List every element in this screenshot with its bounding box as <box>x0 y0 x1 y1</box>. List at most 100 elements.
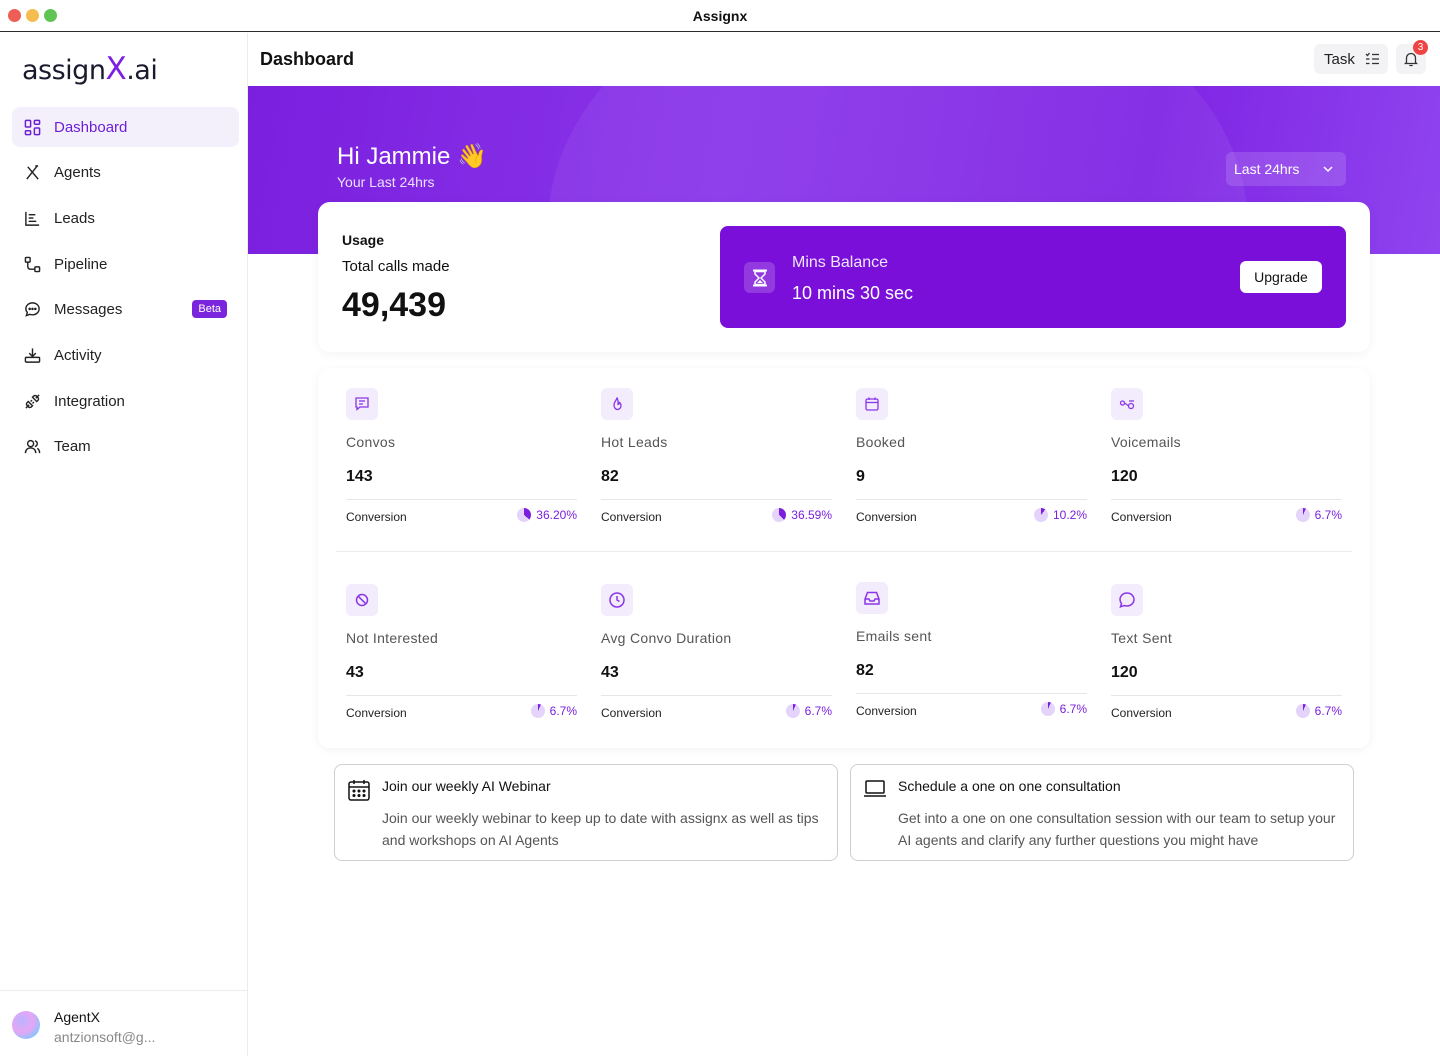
stat-label: Voicemails <box>1111 434 1181 450</box>
conversion-rate: 36.20% <box>517 508 577 522</box>
team-icon <box>24 440 41 454</box>
usage-label: Usage <box>342 232 385 248</box>
sidebar-item-label: Agents <box>54 164 101 182</box>
conversion-rate: 36.59% <box>772 508 832 522</box>
sidebar-item-dashboard[interactable]: Dashboard <box>12 107 239 147</box>
stat-divider <box>601 499 832 500</box>
stat-label: Avg Convo Duration <box>601 630 732 646</box>
stat-divider <box>856 499 1087 500</box>
conversion-pie <box>785 704 800 718</box>
logo-prefix: assign <box>22 55 106 86</box>
total-calls-value: 49,439 <box>342 286 446 324</box>
webinar-card[interactable]: Join our weekly AI Webinar Join our week… <box>334 764 838 861</box>
stat-divider <box>346 499 577 500</box>
stat-label: Text Sent <box>1111 630 1173 646</box>
stat-value: 120 <box>1111 664 1138 681</box>
webinar-description: Join our weekly webinar to keep up to da… <box>382 810 819 848</box>
conversion-pie <box>1295 508 1310 522</box>
consultation-card[interactable]: Schedule a one on one consultation Get i… <box>850 764 1354 861</box>
voicemail-icon <box>1111 388 1143 420</box>
stat-divider <box>856 693 1087 694</box>
pipeline-icon <box>24 256 41 272</box>
conversion-pie <box>1040 702 1055 716</box>
sidebar-item-label: Activity <box>54 346 102 364</box>
notifications-button[interactable]: 3 <box>1396 40 1428 74</box>
sidebar-item-label: Team <box>54 438 91 456</box>
usage-card: Usage Total calls made 49,439 Mins Balan… <box>318 202 1370 352</box>
conversion-percent: 6.7% <box>1059 702 1087 716</box>
conversion-percent: 36.59% <box>791 508 832 522</box>
conversion-label: Conversion <box>856 704 917 718</box>
conversion-rate: 6.7% <box>1295 508 1342 522</box>
conversion-label: Conversion <box>346 510 407 524</box>
conversion-pie <box>517 508 532 522</box>
stat-divider <box>1111 499 1342 500</box>
avatar <box>12 1011 40 1039</box>
ban-icon <box>346 584 378 616</box>
stat-label: Not Interested <box>346 630 439 646</box>
conversion-percent: 6.7% <box>1314 704 1342 718</box>
stat-value: 82 <box>601 468 619 485</box>
sidebar-item-integration[interactable]: Integration <box>12 381 239 421</box>
activity-icon <box>24 348 41 363</box>
user-name: AgentX <box>54 1009 100 1025</box>
beta-badge: Beta <box>192 299 227 318</box>
stat-label: Hot Leads <box>601 434 668 450</box>
notification-count-badge: 3 <box>1413 40 1428 55</box>
dashboard-icon <box>24 119 41 135</box>
conversion-label: Conversion <box>856 510 917 524</box>
conversion-label: Conversion <box>346 706 407 720</box>
task-button-label: Task <box>1324 50 1355 68</box>
chat-icon <box>346 388 378 420</box>
mins-balance-panel: Mins Balance 10 mins 30 sec Upgrade <box>720 226 1346 328</box>
window-titlebar: Assignx <box>0 0 1440 32</box>
stat-label: Booked <box>856 434 906 450</box>
conversion-pie <box>1295 704 1310 718</box>
conversion-label: Conversion <box>601 510 662 524</box>
sidebar-item-label: Messages <box>54 301 123 319</box>
conversion-pie <box>1033 508 1048 522</box>
webinar-title: Join our weekly AI Webinar <box>382 778 551 794</box>
conversion-label: Conversion <box>601 706 662 720</box>
chevron-down-icon <box>1323 166 1333 173</box>
user-profile[interactable]: AgentX antzionsoft@g... <box>0 990 247 1056</box>
conversion-rate: 6.7% <box>1040 702 1087 716</box>
logo-suffix: .ai <box>126 55 158 86</box>
hourglass-icon <box>744 262 775 293</box>
time-range-value: Last 24hrs <box>1234 161 1300 177</box>
logo-x: X <box>105 51 127 87</box>
conversion-rate: 6.7% <box>785 704 832 718</box>
user-email: antzionsoft@g... <box>54 1029 156 1045</box>
stats-divider <box>336 551 1352 552</box>
consultation-description: Get into a one on one consultation sessi… <box>898 810 1336 848</box>
stat-divider <box>1111 695 1342 696</box>
sidebar-item-leads[interactable]: Leads <box>12 198 239 238</box>
window-title: Assignx <box>692 8 748 24</box>
conversion-pie <box>530 704 545 718</box>
task-button[interactable]: Task <box>1314 44 1388 74</box>
agents-icon <box>26 165 39 180</box>
conversion-percent: 6.7% <box>1314 508 1342 522</box>
sidebar-item-label: Pipeline <box>54 255 108 273</box>
time-range-select[interactable]: Last 24hrs <box>1226 152 1346 186</box>
sidebar-item-team[interactable]: Team <box>12 427 239 467</box>
stat-divider <box>601 695 832 696</box>
conversion-pie <box>772 508 787 522</box>
conversion-label: Conversion <box>1111 510 1172 524</box>
upgrade-button[interactable]: Upgrade <box>1240 261 1322 293</box>
greeting-subtitle: Your Last 24hrs <box>337 174 435 190</box>
conversion-percent: 10.2% <box>1052 508 1087 522</box>
message-circle-icon <box>1111 584 1143 616</box>
page-title: Dashboard <box>260 49 355 69</box>
sidebar-item-messages[interactable]: Messages Beta <box>12 290 239 330</box>
sidebar-item-agents[interactable]: Agents <box>12 153 239 193</box>
stat-value: 43 <box>346 664 364 681</box>
conversion-percent: 36.20% <box>536 508 577 522</box>
sidebar-item-activity[interactable]: Activity <box>12 335 239 375</box>
flame-icon <box>601 388 633 420</box>
conversion-rate: 6.7% <box>530 704 577 718</box>
assignx-logo[interactable]: assignX.ai <box>22 51 158 87</box>
stat-value: 120 <box>1111 468 1138 485</box>
sidebar: assignX.ai Dashboard Agents Leads Pipeli… <box>0 33 248 1056</box>
sidebar-item-pipeline[interactable]: Pipeline <box>12 244 239 284</box>
